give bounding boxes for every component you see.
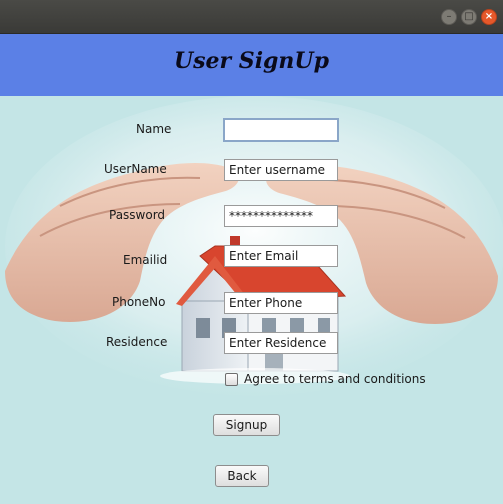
username-field[interactable]: Enter username xyxy=(224,159,338,181)
page-title: User SignUp xyxy=(173,48,329,74)
back-button[interactable]: Back xyxy=(215,465,269,487)
residence-label: Residence xyxy=(106,335,168,349)
close-icon[interactable]: × xyxy=(481,9,497,25)
window-titlebar[interactable]: – □ × xyxy=(0,0,503,34)
name-label: Name xyxy=(136,122,172,136)
phone-field[interactable]: Enter Phone xyxy=(224,292,338,314)
name-field[interactable] xyxy=(223,118,339,142)
password-label: Password xyxy=(109,208,166,222)
signup-button[interactable]: Signup xyxy=(213,414,280,436)
phone-label: PhoneNo xyxy=(112,295,166,309)
terms-label[interactable]: Agree to terms and conditions xyxy=(244,372,426,386)
app-window: – □ × User SignUp Name UserName Password… xyxy=(0,0,503,504)
username-label: UserName xyxy=(104,162,167,176)
maximize-icon[interactable]: □ xyxy=(461,9,477,25)
signup-panel: User SignUp Name UserName Password Email… xyxy=(0,34,503,504)
email-label: Emailid xyxy=(123,253,168,267)
terms-checkbox[interactable] xyxy=(225,373,238,386)
header-bar: User SignUp xyxy=(0,34,503,96)
password-field[interactable]: ************** xyxy=(224,205,338,227)
email-field[interactable]: Enter Email xyxy=(224,245,338,267)
minimize-icon[interactable]: – xyxy=(441,9,457,25)
residence-field[interactable]: Enter Residence xyxy=(224,332,338,354)
